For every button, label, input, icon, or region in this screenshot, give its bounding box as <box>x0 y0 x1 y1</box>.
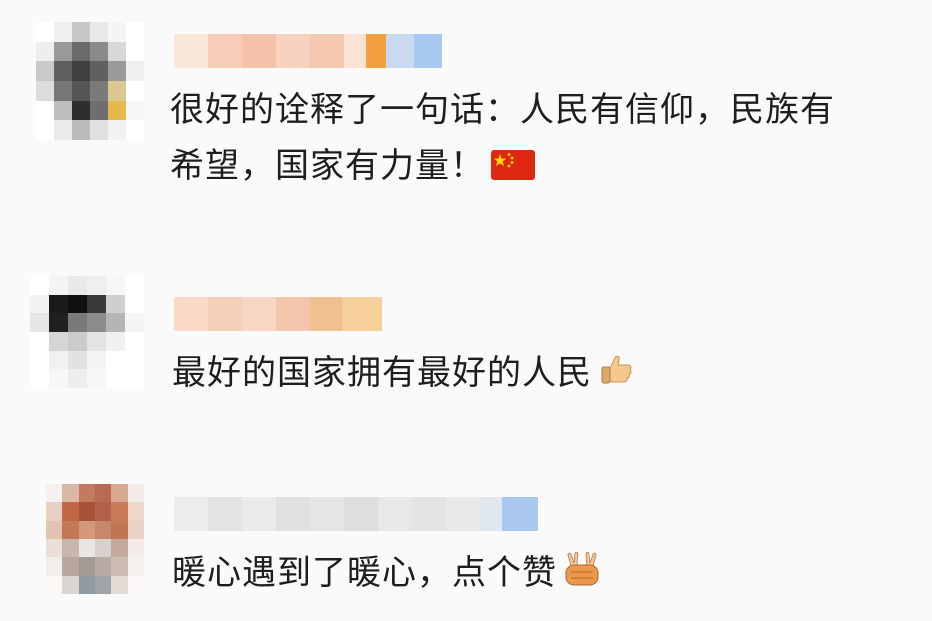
comment-text-line: 很好的诠释了一句话：人民有信仰，民族有 <box>170 90 835 130</box>
avatar[interactable] <box>36 22 144 140</box>
comment-text: 暖心遇到了暖心，点个赞 <box>172 545 601 601</box>
comment-text: 最好的国家拥有最好的人民 <box>172 345 634 401</box>
thumbs-up-icon <box>598 352 634 388</box>
avatar[interactable] <box>30 276 144 388</box>
comment-text-line: 希望，国家有力量！ <box>170 146 485 186</box>
comment-text-line: 暖心遇到了暖心，点个赞 <box>172 553 557 593</box>
comment-text: 很好的诠释了一句话：人民有信仰，民族有 希望，国家有力量！ <box>170 82 835 194</box>
username-blurred[interactable] <box>174 497 538 531</box>
username-blurred[interactable] <box>174 297 382 331</box>
comment-list: 很好的诠释了一句话：人民有信仰，民族有 希望，国家有力量！ 最好的国家拥有最好的… <box>0 0 932 621</box>
victory-hands-icon <box>563 552 601 588</box>
china-flag-icon <box>491 150 535 180</box>
avatar[interactable] <box>46 484 144 594</box>
username-blurred[interactable] <box>174 34 442 68</box>
comment-text-line: 最好的国家拥有最好的人民 <box>172 353 592 393</box>
